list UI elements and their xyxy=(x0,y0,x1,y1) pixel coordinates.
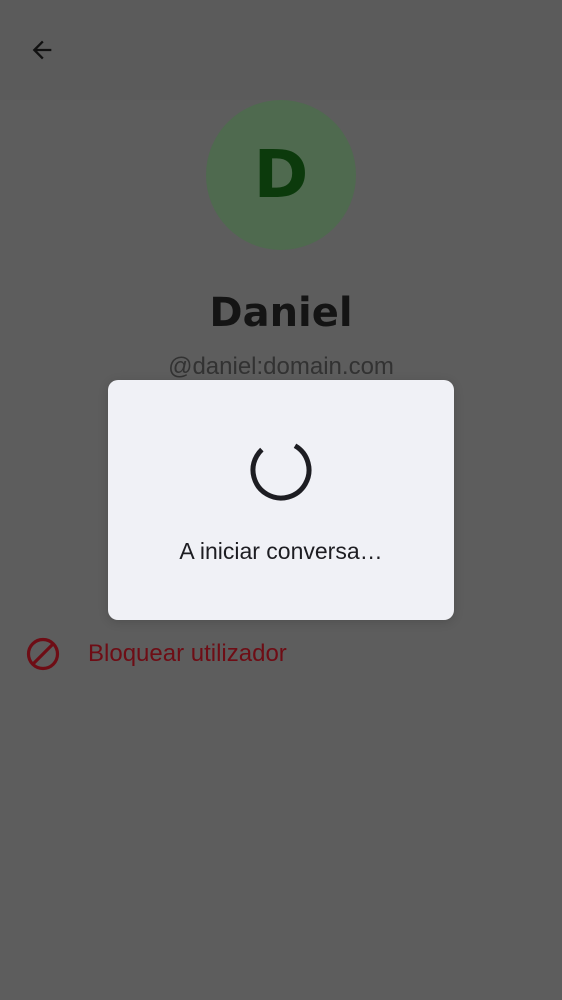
avatar: D xyxy=(206,100,356,250)
arrow-left-icon xyxy=(32,40,52,60)
user-id: @daniel:domain.com xyxy=(168,353,394,380)
top-app-bar xyxy=(0,0,562,100)
back-button[interactable] xyxy=(20,28,64,72)
loading-dialog: A iniciar conversa… xyxy=(108,380,454,620)
block-user-button[interactable]: Bloquear utilizador xyxy=(20,628,542,680)
dialog-message: A iniciar conversa… xyxy=(179,538,383,564)
avatar-initial: D xyxy=(253,136,309,213)
block-icon xyxy=(20,631,66,677)
block-user-label: Bloquear utilizador xyxy=(88,640,287,667)
user-display-name: Daniel xyxy=(209,290,353,336)
spinner-icon xyxy=(250,439,312,501)
